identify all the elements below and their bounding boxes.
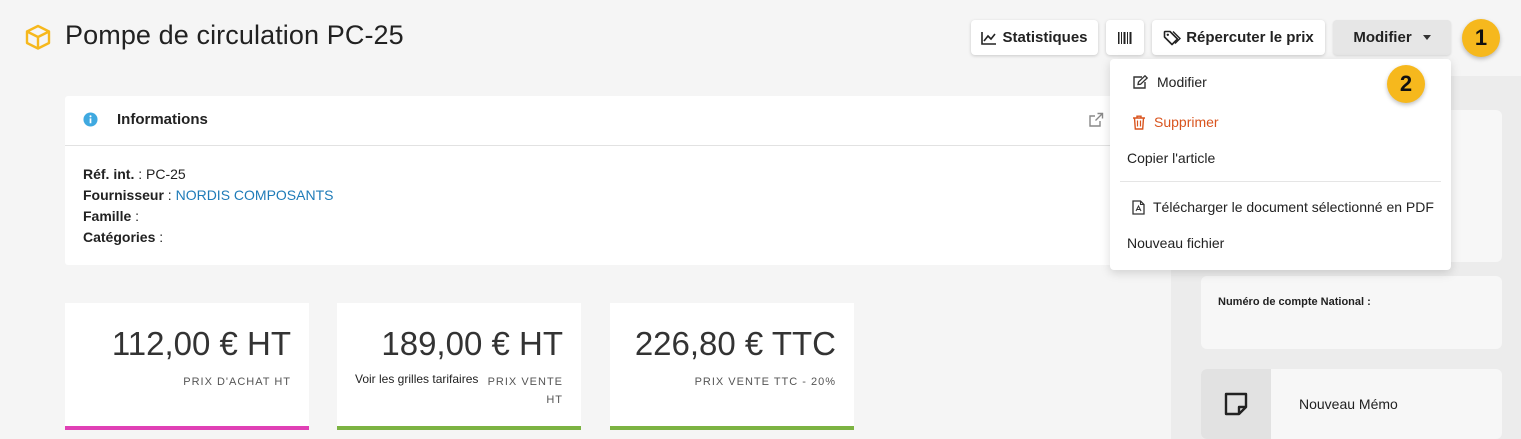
sale-price-ttc-value: 226,80 € TTC (634, 325, 836, 362)
menu-item-pdf[interactable]: Télécharger le document sélectionné en P… (1132, 199, 1434, 215)
purchase-price-value: 112,00 € HT (111, 325, 291, 362)
caret-down-icon (1422, 35, 1431, 40)
statistics-button-label: Statistiques (1002, 29, 1088, 46)
page-title: Pompe de circulation PC-25 (65, 20, 404, 50)
menu-item-pdf-label: Télécharger le document sélectionné en P… (1153, 199, 1434, 215)
statistics-button[interactable]: Statistiques (971, 20, 1098, 55)
price-grids-link[interactable]: Voir les grilles tarifaires (355, 372, 478, 386)
step-badge-2: 2 (1387, 65, 1425, 103)
new-memo-label: Nouveau Mémo (1299, 396, 1398, 412)
menu-item-supprimer[interactable]: Supprimer (1132, 114, 1219, 130)
categories-row: Catégories : (83, 229, 164, 245)
account-number-card: Numéro de compte National : (1201, 276, 1502, 349)
informations-body: Réf. int. : PC-25 Fournisseur : NORDIS C… (83, 164, 333, 248)
sale-price-ttc-bar (610, 426, 854, 430)
informations-title: Informations (117, 111, 208, 128)
sale-price-ht-value: 189,00 € HT (381, 325, 563, 362)
info-circle-icon (83, 112, 98, 127)
new-memo-button[interactable]: Nouveau Mémo (1201, 369, 1502, 439)
family-row: Famille : (83, 208, 140, 224)
pdf-file-icon (1132, 199, 1145, 215)
purchase-price-bar (65, 426, 309, 430)
menu-item-nouveau-fichier-label: Nouveau fichier (1127, 235, 1225, 251)
trash-icon (1133, 115, 1145, 130)
informations-header: Informations (65, 96, 1130, 146)
account-number-label: Numéro de compte National : (1218, 296, 1371, 308)
menu-item-copier-label: Copier l'article (1127, 150, 1216, 166)
modify-button-label: Modifier (1353, 29, 1412, 46)
supplier-row: Fournisseur : NORDIS COMPOSANTS (83, 187, 334, 203)
propagate-price-button[interactable]: Répercuter le prix (1152, 20, 1325, 55)
menu-divider (1120, 181, 1441, 182)
ref-row: Réf. int. : PC-25 (83, 166, 186, 182)
external-link-icon[interactable] (1088, 112, 1104, 128)
menu-item-modifier-label: Modifier (1157, 74, 1207, 90)
supplier-link[interactable]: NORDIS COMPOSANTS (176, 187, 334, 203)
ref-label: Réf. int. (83, 166, 135, 182)
line-chart-icon (981, 31, 997, 45)
barcode-button[interactable] (1106, 20, 1144, 55)
step-badge-1: 1 (1462, 19, 1500, 57)
modify-dropdown-button[interactable]: Modifier (1333, 20, 1451, 55)
edit-icon (1133, 74, 1149, 89)
package-box-icon (25, 24, 51, 50)
supplier-label: Fournisseur (83, 187, 164, 203)
sale-price-ttc-card: 226,80 € TTC PRIX VENTE TTC - 20% (610, 303, 854, 430)
memo-icon-box (1201, 369, 1271, 439)
sale-price-ttc-label: PRIX VENTE TTC - 20% (694, 376, 836, 388)
menu-item-supprimer-label: Supprimer (1154, 114, 1219, 130)
family-label: Famille (83, 208, 132, 224)
purchase-price-card: 112,00 € HT PRIX D'ACHAT HT (65, 303, 309, 430)
sticky-note-icon (1224, 392, 1248, 416)
sale-price-ht-card: 189,00 € HT Voir les grilles tarifaires … (337, 303, 581, 430)
sale-price-ht-bar (337, 426, 581, 430)
menu-item-modifier[interactable]: Modifier (1132, 74, 1207, 90)
categories-label: Catégories (83, 229, 156, 245)
sale-price-ht-label: PRIX VENTE HT (487, 376, 563, 406)
menu-item-nouveau-fichier[interactable]: Nouveau fichier (1127, 235, 1224, 251)
propagate-price-label: Répercuter le prix (1186, 29, 1314, 46)
barcode-icon (1118, 31, 1132, 44)
tags-icon (1163, 30, 1182, 45)
informations-card: Informations Réf. int. : PC-25 Fournisse… (65, 96, 1130, 265)
purchase-price-label: PRIX D'ACHAT HT (183, 376, 291, 388)
menu-item-copier[interactable]: Copier l'article (1127, 150, 1215, 166)
ref-value: PC-25 (146, 166, 186, 182)
